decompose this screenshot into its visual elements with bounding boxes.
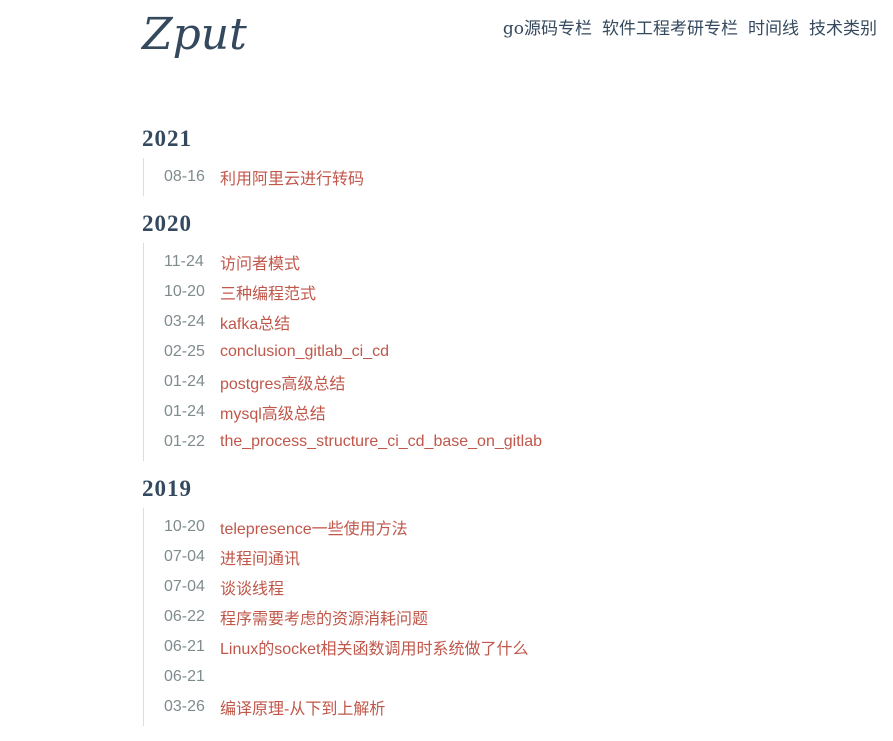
post-date: 03-24 xyxy=(164,313,205,330)
year-heading: 2019 xyxy=(142,476,192,501)
post-item: 06-22 程序需要考虑的资源消耗问题 xyxy=(144,602,862,632)
post-item: 10-20 telepresence一些使用方法 xyxy=(144,512,862,542)
year-heading: 2021 xyxy=(142,126,192,151)
post-date: 06-22 xyxy=(164,608,205,625)
post-link[interactable]: telepresence一些使用方法 xyxy=(220,515,408,539)
post-date: 06-21 xyxy=(164,668,205,685)
post-item: 06-21 Linux的socket相关函数调用时系统做了什么 xyxy=(144,632,862,662)
nav-timeline[interactable]: 时间线 xyxy=(748,14,799,39)
post-list: 08-16 利用阿里云进行转码 xyxy=(143,158,862,196)
post-date: 01-24 xyxy=(164,373,205,390)
year-heading: 2020 xyxy=(142,211,192,236)
post-date: 11-24 xyxy=(164,253,204,270)
post-list: 10-20 telepresence一些使用方法 07-04 进程间通讯 07-… xyxy=(143,508,862,726)
top-nav: go源码专栏 软件工程考研专栏 时间线 技术类别 xyxy=(503,14,877,39)
post-list: 11-24 访问者模式 10-20 三种编程范式 03-24 kafka总结 0… xyxy=(143,243,862,461)
post-link[interactable]: the_process_structure_ci_cd_base_on_gitl… xyxy=(220,433,542,451)
post-date: 07-04 xyxy=(164,578,205,595)
post-item: 01-24 mysql高级总结 xyxy=(144,397,862,427)
post-item: 06-21 xyxy=(144,662,862,692)
post-date: 02-25 xyxy=(164,343,205,360)
post-link[interactable]: 利用阿里云进行转码 xyxy=(220,165,364,189)
post-date: 01-22 xyxy=(164,433,205,450)
post-date: 03-26 xyxy=(164,698,205,715)
post-link[interactable]: mysql高级总结 xyxy=(220,400,326,424)
post-date: 10-20 xyxy=(164,518,205,535)
post-date: 07-04 xyxy=(164,548,205,565)
post-item: 08-16 利用阿里云进行转码 xyxy=(144,162,862,192)
post-item: 07-04 进程间通讯 xyxy=(144,542,862,572)
post-item: 11-24 访问者模式 xyxy=(144,247,862,277)
post-item: 03-26 编译原理-从下到上解析 xyxy=(144,692,862,722)
nav-tech-categories[interactable]: 技术类别 xyxy=(809,14,877,39)
post-link[interactable]: 进程间通讯 xyxy=(220,545,300,569)
post-date: 01-24 xyxy=(164,403,205,420)
year-section-2019: 2019 10-20 telepresence一些使用方法 07-04 进程间通… xyxy=(142,470,862,726)
nav-software-engineering[interactable]: 软件工程考研专栏 xyxy=(602,14,738,39)
post-item: 02-25 conclusion_gitlab_ci_cd xyxy=(144,337,862,367)
post-link[interactable]: kafka总结 xyxy=(220,310,290,334)
post-date: 08-16 xyxy=(164,168,205,185)
post-link[interactable]: 程序需要考虑的资源消耗问题 xyxy=(220,605,428,629)
site-logo[interactable]: Zput xyxy=(142,2,247,68)
post-link[interactable]: postgres高级总结 xyxy=(220,370,345,394)
archive-timeline: 2021 08-16 利用阿里云进行转码 2020 11-24 访问者模式 10… xyxy=(142,120,862,735)
year-section-2021: 2021 08-16 利用阿里云进行转码 xyxy=(142,120,862,196)
post-link[interactable]: 编译原理-从下到上解析 xyxy=(220,695,385,719)
post-link[interactable]: 三种编程范式 xyxy=(220,280,316,304)
post-date: 06-21 xyxy=(164,638,205,655)
post-link[interactable]: 谈谈线程 xyxy=(220,575,284,599)
post-item: 01-24 postgres高级总结 xyxy=(144,367,862,397)
post-link[interactable]: conclusion_gitlab_ci_cd xyxy=(220,343,389,361)
post-item: 07-04 谈谈线程 xyxy=(144,572,862,602)
post-link[interactable]: Linux的socket相关函数调用时系统做了什么 xyxy=(220,635,529,659)
nav-go-source[interactable]: go源码专栏 xyxy=(503,14,592,39)
year-section-2020: 2020 11-24 访问者模式 10-20 三种编程范式 03-24 kafk… xyxy=(142,205,862,461)
post-item: 01-22 the_process_structure_ci_cd_base_o… xyxy=(144,427,862,457)
post-item: 03-24 kafka总结 xyxy=(144,307,862,337)
post-item: 10-20 三种编程范式 xyxy=(144,277,862,307)
post-date: 10-20 xyxy=(164,283,205,300)
post-link[interactable]: 访问者模式 xyxy=(220,250,300,274)
